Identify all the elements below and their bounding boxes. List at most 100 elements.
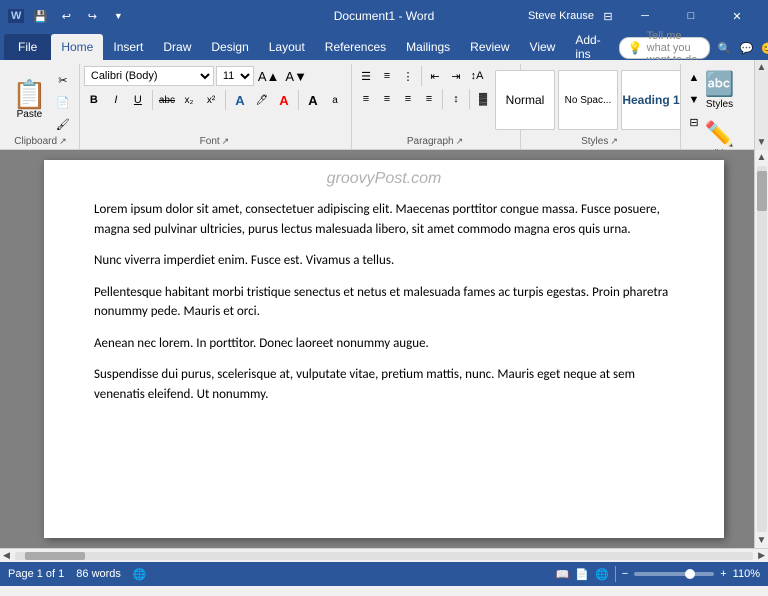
- scroll-thumb[interactable]: [757, 171, 767, 211]
- scroll-down-button[interactable]: ▼: [755, 533, 768, 548]
- tab-view[interactable]: View: [520, 34, 566, 60]
- smiley-button[interactable]: 😊: [761, 36, 768, 60]
- font-size-select[interactable]: 11: [216, 66, 254, 86]
- ribbon-display-button[interactable]: ⊟: [596, 4, 620, 28]
- shading-button[interactable]: ▓: [473, 89, 493, 109]
- hscroll-track[interactable]: [15, 552, 753, 560]
- strikethrough-button[interactable]: abc: [157, 90, 177, 110]
- clipboard-dialog-button[interactable]: ↗: [59, 136, 67, 147]
- paste-label: Paste: [17, 109, 43, 120]
- tab-design[interactable]: Design: [201, 34, 258, 60]
- ribbon-scroll: ▲ ▼: [754, 60, 768, 150]
- font-size-small-button[interactable]: a: [325, 90, 345, 110]
- lightbulb-icon: 💡: [628, 41, 643, 55]
- tab-insert[interactable]: Insert: [103, 34, 153, 60]
- font-color-button[interactable]: A: [274, 90, 294, 110]
- ribbon-tabs: File Home Insert Draw Design Layout Refe…: [0, 32, 768, 60]
- word-count: 86 words: [76, 568, 121, 580]
- copy-button[interactable]: 📄: [53, 92, 73, 112]
- style-heading1[interactable]: Heading 1: [621, 70, 681, 130]
- styles-dialog-button[interactable]: ↗: [610, 136, 618, 147]
- para-dialog-button[interactable]: ↗: [456, 136, 464, 147]
- tab-review[interactable]: Review: [460, 34, 519, 60]
- format-painter-button[interactable]: 🖌: [53, 114, 73, 134]
- tab-file[interactable]: File: [4, 34, 51, 60]
- zoom-minus-button[interactable]: −: [622, 568, 628, 580]
- font-name-select[interactable]: Calibri (Body): [84, 66, 214, 86]
- scroll-track[interactable]: [757, 166, 767, 532]
- search-people-button[interactable]: 🔍: [718, 36, 732, 60]
- align-right-button[interactable]: ≡: [398, 89, 418, 109]
- paragraph-5: Suspendisse dui purus, scelerisque at, v…: [94, 365, 674, 404]
- tab-mailings[interactable]: Mailings: [396, 34, 460, 60]
- decrease-indent-button[interactable]: ⇤: [425, 66, 445, 86]
- paste-button[interactable]: 📋 Paste: [8, 77, 51, 124]
- numbering-button[interactable]: ≡: [377, 66, 397, 86]
- scroll-up-button[interactable]: ▲: [755, 150, 768, 165]
- tell-me-input[interactable]: 💡 Tell me what you want to do: [619, 37, 710, 59]
- web-layout-icon[interactable]: 🌐: [595, 568, 609, 581]
- styles-content: Normal No Spac... Heading 1 ▲ ▼ ⊟: [495, 64, 704, 134]
- tab-home[interactable]: Home: [51, 34, 103, 60]
- font-size-large-button[interactable]: A: [303, 90, 323, 110]
- status-bar: Page 1 of 1 86 words 🌐 📖 📄 🌐 − + 110%: [0, 562, 768, 586]
- close-button[interactable]: ✕: [714, 0, 760, 32]
- paragraph-content: ☰ ≡ ⋮ ⇤ ⇥ ↕A ¶ ≡ ≡ ≡ ≡ ↕ ▓ ⊞: [356, 64, 514, 134]
- zoom-slider[interactable]: [634, 572, 714, 576]
- tab-layout[interactable]: Layout: [259, 34, 315, 60]
- comment-button[interactable]: 💬: [739, 36, 753, 60]
- line-spacing-button[interactable]: ↕: [446, 89, 466, 109]
- ribbon-scroll-up[interactable]: ▲: [755, 60, 768, 75]
- text-effects-button[interactable]: A: [230, 90, 250, 110]
- sort-button[interactable]: ↕A: [467, 66, 487, 86]
- minimize-button[interactable]: ─: [622, 0, 668, 32]
- vertical-scrollbar[interactable]: ▲ ▼: [754, 150, 768, 548]
- tab-addins[interactable]: Add-ins: [565, 34, 610, 60]
- editing-icon: ✏️: [705, 120, 735, 149]
- zoom-plus-button[interactable]: +: [720, 568, 726, 580]
- hscroll-left-button[interactable]: ◀: [0, 550, 13, 561]
- multilevel-button[interactable]: ⋮: [398, 66, 418, 86]
- bullets-button[interactable]: ☰: [356, 66, 376, 86]
- redo-button[interactable]: ↪: [80, 4, 104, 28]
- style-no-space[interactable]: No Spac...: [558, 70, 618, 130]
- style-normal[interactable]: Normal: [495, 70, 555, 130]
- clipboard-label: Clipboard ↗: [8, 134, 73, 149]
- ribbon: 📋 Paste ✂ 📄 🖌 Clipboard ↗ Calibri (Body)…: [0, 60, 768, 150]
- language-icon: 🌐: [133, 568, 147, 581]
- save-button[interactable]: 💾: [28, 4, 52, 28]
- paragraph-3: Pellentesque habitant morbi tristique se…: [94, 283, 674, 322]
- document-page[interactable]: Lorem ipsum dolor sit amet, consectetuer…: [44, 160, 724, 538]
- cut-button[interactable]: ✂: [53, 70, 73, 90]
- hscroll-thumb[interactable]: [25, 552, 85, 560]
- underline-button[interactable]: U: [128, 90, 148, 110]
- decrease-font-button[interactable]: A▼: [283, 66, 309, 86]
- paragraph-2: Nunc viverra imperdiet enim. Fusce est. …: [94, 251, 674, 271]
- tab-draw[interactable]: Draw: [153, 34, 201, 60]
- font-group: Calibri (Body) 11 A▲ A▼ B I U abc x₂ x² …: [80, 64, 352, 149]
- justify-button[interactable]: ≡: [419, 89, 439, 109]
- subscript-button[interactable]: x₂: [179, 90, 199, 110]
- font-dialog-button[interactable]: ↗: [222, 136, 230, 147]
- align-left-button[interactable]: ≡: [356, 89, 376, 109]
- maximize-button[interactable]: □: [668, 0, 714, 32]
- increase-font-button[interactable]: A▲: [256, 66, 282, 86]
- italic-button[interactable]: I: [106, 90, 126, 110]
- zoom-thumb[interactable]: [685, 569, 695, 579]
- para-row1: ☰ ≡ ⋮ ⇤ ⇥ ↕A ¶: [356, 66, 508, 86]
- increase-indent-button[interactable]: ⇥: [446, 66, 466, 86]
- clipboard-group: 📋 Paste ✂ 📄 🖌 Clipboard ↗: [4, 64, 80, 149]
- undo-button[interactable]: ↩: [54, 4, 78, 28]
- customize-button[interactable]: ▼: [106, 4, 130, 28]
- read-mode-icon[interactable]: 📖: [556, 568, 570, 581]
- superscript-button[interactable]: x²: [201, 90, 221, 110]
- hscroll-right-button[interactable]: ▶: [755, 550, 768, 561]
- ribbon-scroll-down[interactable]: ▼: [755, 135, 768, 150]
- print-layout-icon[interactable]: 📄: [575, 568, 589, 581]
- bold-button[interactable]: B: [84, 90, 104, 110]
- text-highlight-button[interactable]: 🖊: [252, 90, 272, 110]
- horizontal-scrollbar: ◀ ▶: [0, 548, 768, 562]
- tab-references[interactable]: References: [315, 34, 396, 60]
- styles-button[interactable]: 🔤 Styles: [695, 66, 745, 114]
- align-center-button[interactable]: ≡: [377, 89, 397, 109]
